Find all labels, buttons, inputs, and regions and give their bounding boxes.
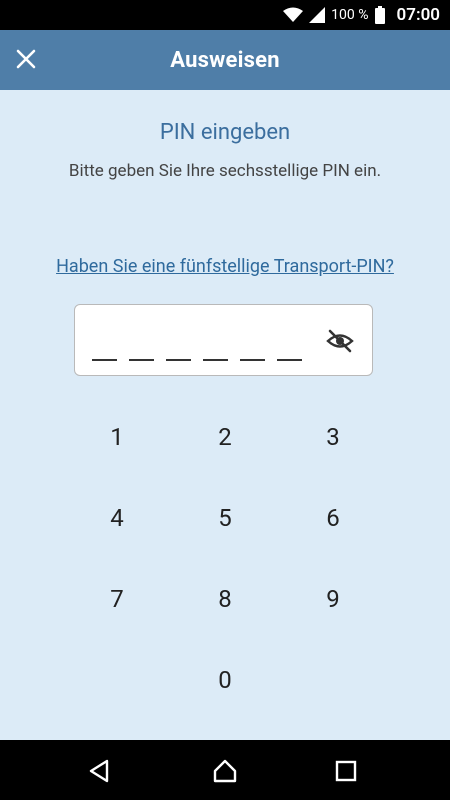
eye-off-icon[interactable] <box>326 329 354 353</box>
clock: 07:00 <box>396 5 440 25</box>
close-icon[interactable] <box>14 47 38 71</box>
pin-instruction: Bitte geben Sie Ihre sechsstellige PIN e… <box>68 161 382 181</box>
home-icon[interactable] <box>212 758 238 784</box>
keypad-key-7[interactable]: 7 <box>67 569 167 629</box>
back-icon[interactable] <box>87 758 113 784</box>
keypad-key-4[interactable]: 4 <box>67 488 167 548</box>
keypad-key-3[interactable]: 3 <box>283 407 383 467</box>
keypad-key-9[interactable]: 9 <box>283 569 383 629</box>
page-title: Ausweisen <box>170 47 280 73</box>
recents-icon[interactable] <box>333 758 359 784</box>
app-bar: Ausweisen <box>0 30 450 90</box>
pin-heading: PIN eingeben <box>159 120 291 145</box>
transport-pin-link[interactable]: Haben Sie eine fünfstellige Transport-PI… <box>0 256 450 277</box>
keypad-key-0[interactable]: 0 <box>175 650 275 710</box>
pin-slot <box>166 359 191 361</box>
keypad-key-6[interactable]: 6 <box>283 488 383 548</box>
pin-slot <box>92 359 117 361</box>
pin-slot <box>203 359 228 361</box>
pin-slot <box>277 359 302 361</box>
battery-percent: 100 % <box>331 7 369 23</box>
pin-slot <box>240 359 265 361</box>
signal-icon <box>309 7 326 23</box>
battery-icon <box>374 6 385 24</box>
keypad-key-5[interactable]: 5 <box>175 488 275 548</box>
keypad-key-8[interactable]: 8 <box>175 569 275 629</box>
pin-input-field[interactable] <box>74 304 373 376</box>
wifi-icon <box>283 7 304 22</box>
pin-slots <box>92 359 302 361</box>
system-nav-bar <box>0 740 450 800</box>
pin-entry-screen: PIN eingeben Bitte geben Sie Ihre sechss… <box>0 90 450 740</box>
keypad-key-1[interactable]: 1 <box>67 407 167 467</box>
pin-slot <box>129 359 154 361</box>
status-bar: 100 % 07:00 <box>0 0 450 30</box>
keypad-key-2[interactable]: 2 <box>175 407 275 467</box>
